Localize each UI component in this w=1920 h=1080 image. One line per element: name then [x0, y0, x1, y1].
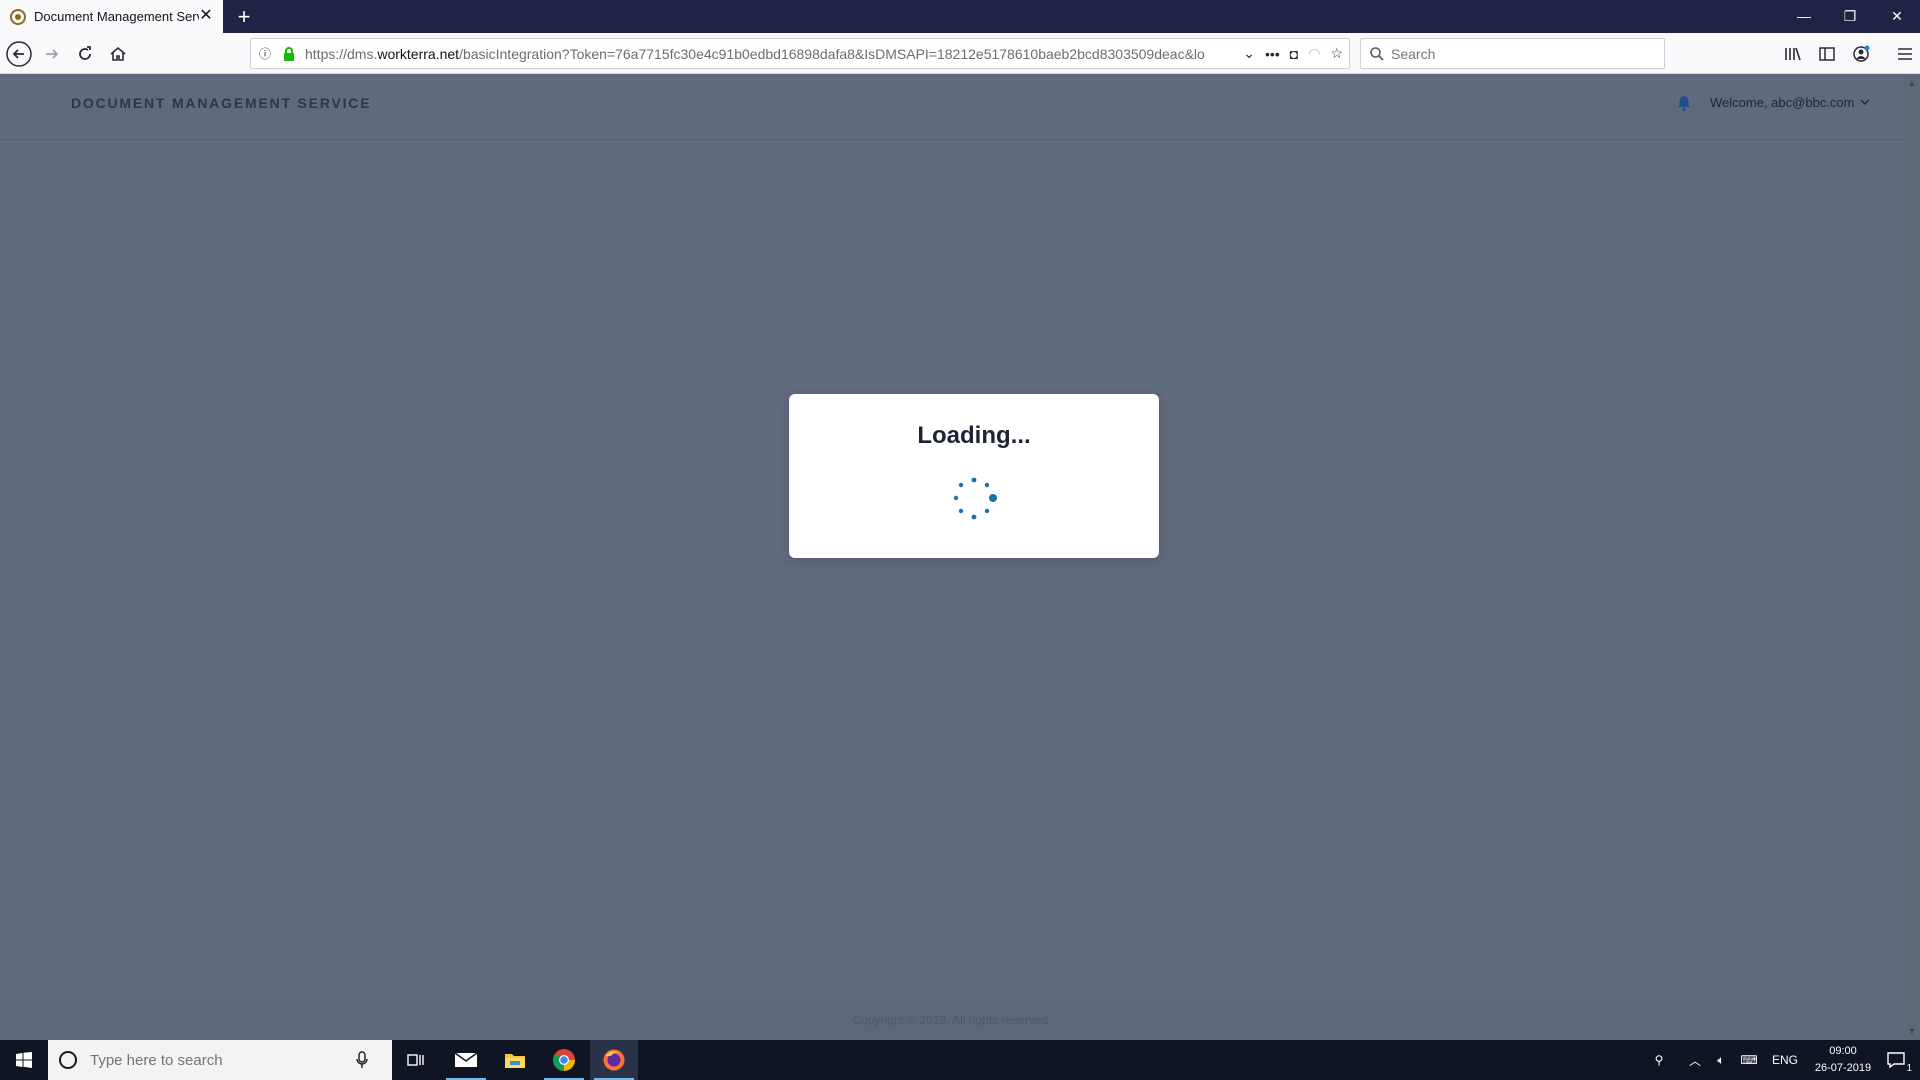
url-path: /basicIntegration?Token=76a7715fc30e4c91…	[459, 45, 1205, 62]
mail-icon	[454, 1052, 478, 1067]
copyright-text: Copyright © 2019. All rights reserved.	[852, 1013, 1052, 1027]
url-actions: ⌄ ••• ◘ ◠ ☆	[1243, 39, 1343, 68]
clock-time: 09:00	[1829, 1045, 1857, 1057]
browser-tab[interactable]: Document Management Servic ✕	[0, 0, 223, 33]
home-button[interactable]	[103, 39, 133, 69]
keyboard-icon[interactable]: ⌨	[1734, 1053, 1764, 1067]
show-hidden-icons-icon[interactable]: ︿	[1682, 1052, 1708, 1069]
back-arrow-icon	[6, 41, 32, 67]
close-window-button[interactable]: ✕	[1874, 0, 1920, 33]
loading-dialog: Loading...	[789, 394, 1159, 558]
app-footer: Copyright © 2019. All rights reserved.	[0, 1000, 1904, 1040]
scroll-up-icon[interactable]: ▲	[1907, 78, 1917, 88]
toolbar-right-tools	[1778, 39, 1920, 69]
restore-button[interactable]: ❐	[1827, 0, 1873, 33]
library-icon[interactable]	[1778, 39, 1808, 69]
browser-toolbar: ⓘ https://dms.workterra.net/basicIntegra…	[0, 33, 1920, 74]
chrome-icon	[553, 1049, 575, 1071]
minimize-button[interactable]: —	[1781, 0, 1827, 33]
url-prefix: https://dms.	[305, 45, 378, 62]
system-tray: ⚲ ︿ 🔈︎ ⌨ ENG	[1646, 1040, 1798, 1080]
browser-titlebar: Document Management Servic ✕ + — ❐ ✕	[0, 0, 1920, 33]
start-button[interactable]	[0, 1040, 48, 1080]
task-view-button[interactable]	[392, 1040, 440, 1080]
taskbar-clock[interactable]: 09:00 26-07-2019	[1808, 1043, 1878, 1077]
url-dropdown-icon[interactable]: ⌄	[1243, 45, 1255, 62]
language-indicator[interactable]: ENG	[1772, 1053, 1798, 1067]
browser-search-box[interactable]	[1360, 38, 1665, 69]
home-icon	[110, 46, 126, 61]
forward-arrow-icon	[46, 49, 59, 59]
user-menu[interactable]: Welcome, abc@bbc.com	[1710, 95, 1870, 110]
taskbar-search-box[interactable]	[48, 1040, 392, 1080]
menu-icon[interactable]	[1890, 39, 1920, 69]
tab-title: Document Management Servic	[34, 9, 199, 24]
clock-date: 26-07-2019	[1814, 1062, 1872, 1074]
firefox-icon	[603, 1049, 625, 1071]
new-tab-button[interactable]: +	[230, 3, 258, 31]
people-icon[interactable]: ⚲	[1646, 1053, 1672, 1067]
windows-logo-icon	[16, 1052, 32, 1068]
taskbar-firefox[interactable]	[590, 1040, 638, 1080]
back-button[interactable]	[4, 39, 34, 69]
app-brand: DOCUMENT MANAGEMENT SERVICE	[71, 95, 372, 111]
pocket-icon[interactable]: ◘	[1290, 46, 1298, 62]
page-info-icon[interactable]: ⓘ	[259, 45, 277, 62]
forward-button[interactable]	[37, 39, 67, 69]
scroll-down-icon[interactable]: ▼	[1907, 1026, 1917, 1036]
bookmark-star-icon[interactable]: ☆	[1330, 45, 1343, 62]
notification-count: 1	[1906, 1063, 1912, 1074]
loading-title: Loading...	[917, 422, 1031, 449]
reader-view-icon[interactable]: ◠	[1308, 45, 1320, 62]
taskbar-search-input[interactable]	[90, 1051, 350, 1069]
taskbar-chrome[interactable]	[540, 1040, 588, 1080]
folder-icon	[505, 1054, 525, 1068]
account-icon[interactable]	[1846, 39, 1876, 69]
lock-icon	[284, 46, 294, 61]
url-host: workterra.net	[377, 45, 460, 62]
browser-search-input[interactable]	[1391, 45, 1641, 62]
task-view-icon	[407, 1054, 424, 1066]
volume-icon[interactable]: 🔈︎	[1708, 1053, 1734, 1068]
windows-taskbar: ⚲ ︿ 🔈︎ ⌨ ENG 09:00 26-07-2019 1	[0, 1040, 1920, 1080]
page-scrollbar[interactable]: ▲ ▼	[1904, 74, 1920, 1040]
bell-icon[interactable]	[1676, 94, 1692, 112]
url-text[interactable]: https://dms.workterra.net/basicIntegrati…	[305, 46, 1205, 62]
action-center-button[interactable]: 1	[1872, 1040, 1920, 1080]
search-icon	[1370, 46, 1384, 61]
notification-icon	[1887, 1052, 1905, 1069]
microphone-icon[interactable]	[356, 1051, 368, 1069]
chevron-down-icon	[1861, 99, 1870, 105]
reload-button[interactable]	[70, 39, 100, 69]
reload-icon	[79, 46, 91, 60]
url-bar[interactable]: ⓘ https://dms.workterra.net/basicIntegra…	[250, 38, 1350, 69]
welcome-text: Welcome, abc@bbc.com	[1710, 95, 1855, 110]
tab-close-icon[interactable]: ✕	[197, 7, 215, 25]
taskbar-mail-app[interactable]	[442, 1040, 490, 1080]
page-actions-icon[interactable]: •••	[1265, 46, 1280, 62]
app-header: DOCUMENT MANAGEMENT SERVICE Welcome, abc…	[0, 74, 1904, 140]
site-favicon-icon	[10, 8, 26, 25]
cortana-circle-icon	[59, 1051, 77, 1069]
taskbar-file-explorer[interactable]	[491, 1040, 539, 1080]
sidebar-icon[interactable]	[1812, 39, 1842, 69]
loading-spinner-icon	[953, 477, 997, 520]
